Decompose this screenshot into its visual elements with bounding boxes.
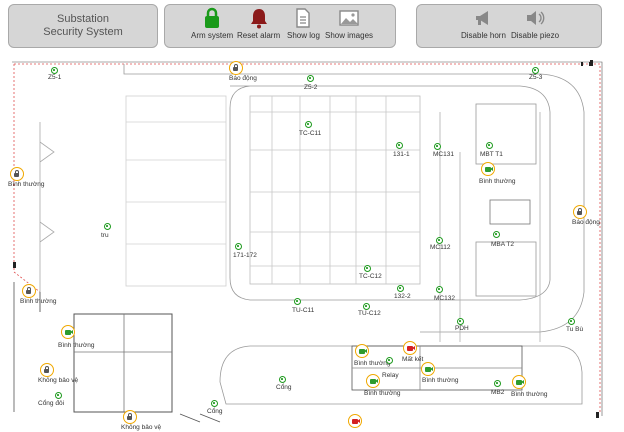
padlock-icon — [205, 7, 220, 28]
arm-system-label: Arm system — [191, 31, 234, 40]
alarm-lock-left2-icon[interactable] — [22, 284, 36, 298]
show-log-button[interactable]: Show log — [287, 7, 320, 40]
tu-bu-label: Tu Bù — [566, 326, 584, 333]
khong-bao-ve2-label: Không bảo vệ — [121, 424, 162, 431]
document-icon — [296, 8, 311, 28]
mat-ket-noi-label: Mất kết — [402, 356, 424, 363]
disable-piezo-label: Disable piezo — [511, 31, 560, 40]
tc-c11-label: TC-C11 — [299, 130, 322, 137]
reset-alarm-button[interactable]: Reset alarm — [237, 7, 280, 40]
sensor-mba-t2[interactable] — [493, 231, 500, 238]
binh-thuong-left2-label: Bình thường — [20, 298, 57, 305]
alarm-lock-left-icon[interactable] — [10, 167, 24, 181]
sensor-mc112[interactable] — [436, 237, 443, 244]
sensor-mc131[interactable] — [434, 143, 441, 150]
alarm-lock-khong-bao-ve-icon[interactable] — [40, 363, 54, 377]
site-plan-drawing — [12, 60, 603, 423]
cong-doi-label: Cổng đôi — [38, 400, 65, 407]
sensor-171-172[interactable] — [235, 243, 242, 250]
sensor-tru[interactable] — [104, 223, 111, 230]
app-title-panel: Substation Security System — [8, 4, 158, 48]
z5-2-label: Z5-2 — [304, 84, 318, 91]
app-title-line2: Security System — [43, 26, 123, 38]
mc132-label: MC132 — [434, 295, 455, 302]
show-images-button[interactable]: Show images — [325, 7, 373, 40]
z5-1-label: Z5-1 — [48, 74, 62, 81]
arm-system-button[interactable]: Arm system — [191, 7, 233, 40]
disable-piezo-button[interactable]: Disable piezo — [511, 7, 559, 40]
sensor-cong-doi[interactable] — [55, 392, 62, 399]
sensor-cong[interactable] — [279, 376, 286, 383]
pdh-label: PDH — [455, 325, 469, 332]
binh-thuong-left-label: Bình thường — [8, 181, 45, 188]
sensor-mb2[interactable] — [494, 380, 501, 387]
binh-thuong-b3-label: Bình thường — [364, 390, 401, 397]
audio-toolbar: Disable horn Disable piezo — [416, 4, 602, 48]
132-2-label: 132-2 — [394, 293, 411, 300]
cong-label: Cổng — [276, 384, 292, 391]
sensor-tc-c11[interactable] — [305, 121, 312, 128]
camera-b4[interactable] — [512, 375, 526, 389]
alarm-toolbar: Arm system Reset alarm Show log Show ima… — [164, 4, 396, 48]
sensor-tu-c12[interactable] — [363, 303, 370, 310]
camera-b1[interactable] — [355, 344, 369, 358]
sensor-relay[interactable] — [386, 357, 393, 364]
mb2-label: MB2 — [491, 389, 505, 396]
binh-thuong-b4-label: Bình thường — [511, 391, 548, 398]
alarm-lock-bottom-icon[interactable] — [123, 410, 137, 424]
sensor-mc132[interactable] — [436, 286, 443, 293]
zone-sensor-z5-2[interactable] — [307, 75, 314, 82]
camera-b2[interactable] — [421, 362, 435, 376]
speaker-icon — [527, 11, 545, 25]
disable-horn-label: Disable horn — [461, 31, 506, 40]
bell-icon — [250, 9, 267, 29]
sensor-tu-bu[interactable] — [568, 318, 575, 325]
camera-mbt-t1[interactable] — [481, 162, 495, 176]
binh-thuong-b2-label: Bình thường — [422, 377, 459, 384]
camera-building[interactable] — [61, 325, 75, 339]
sensor-tc-c12[interactable] — [364, 265, 371, 272]
camera-bottom-alert[interactable] — [348, 414, 362, 428]
sensor-cong2[interactable] — [211, 400, 218, 407]
mc112-label: MC112 — [430, 244, 451, 251]
zone-sensor-z5-1[interactable] — [51, 67, 58, 74]
alarm-lock-right-icon[interactable] — [573, 205, 587, 219]
relay-label: Relay — [382, 372, 399, 379]
app-title-line1: Substation — [57, 13, 109, 25]
alarm-lock-top-icon[interactable] — [229, 61, 243, 75]
tru-label: tru — [101, 232, 109, 239]
khong-bao-ve-label: Không bảo vệ — [38, 377, 79, 384]
sensor-tu-c11[interactable] — [294, 298, 301, 305]
zone-sensor-z5-3[interactable] — [532, 67, 539, 74]
camera-alert[interactable] — [403, 341, 417, 355]
mc131-label: MC131 — [433, 151, 454, 158]
tc-c12-label: TC-C12 — [359, 273, 382, 280]
tu-c11-label: TU-C11 — [292, 307, 315, 314]
disable-horn-button[interactable]: Disable horn — [461, 7, 506, 40]
reset-alarm-label: Reset alarm — [237, 31, 281, 40]
tu-c12-label: TU-C12 — [358, 310, 381, 317]
binh-thuong-cam-label: Bình thường — [58, 342, 95, 349]
171-172-label: 171-172 — [233, 252, 257, 259]
sensor-pdh[interactable] — [457, 318, 464, 325]
cong2-label: Cổng — [207, 408, 223, 415]
image-icon — [339, 10, 359, 26]
sensor-mbt-t1[interactable] — [486, 142, 493, 149]
sensor-131-1[interactable] — [396, 142, 403, 149]
z5-3-label: Z5-3 — [529, 74, 543, 81]
megaphone-icon — [476, 11, 489, 25]
mba-t2-label: MBA T2 — [491, 241, 515, 248]
show-images-label: Show images — [325, 31, 374, 40]
bao-dong-top-label: Báo động — [229, 75, 257, 82]
camera-b3[interactable] — [366, 374, 380, 388]
binh-thuong-mbt-label: Bình thường — [479, 178, 516, 185]
131-1-label: 131-1 — [393, 151, 410, 158]
sensor-132-2[interactable] — [397, 285, 404, 292]
show-log-label: Show log — [287, 31, 320, 40]
binh-thuong-b1-label: Bình thường — [354, 360, 391, 367]
bao-dong-right-label: Báo động — [572, 219, 600, 226]
substation-site-map: Z5-1 Báo động Z5-2 Z5-3 TC-C11 131-1 MC1… — [0, 52, 624, 432]
mbt-t1-label: MBT T1 — [480, 151, 503, 158]
